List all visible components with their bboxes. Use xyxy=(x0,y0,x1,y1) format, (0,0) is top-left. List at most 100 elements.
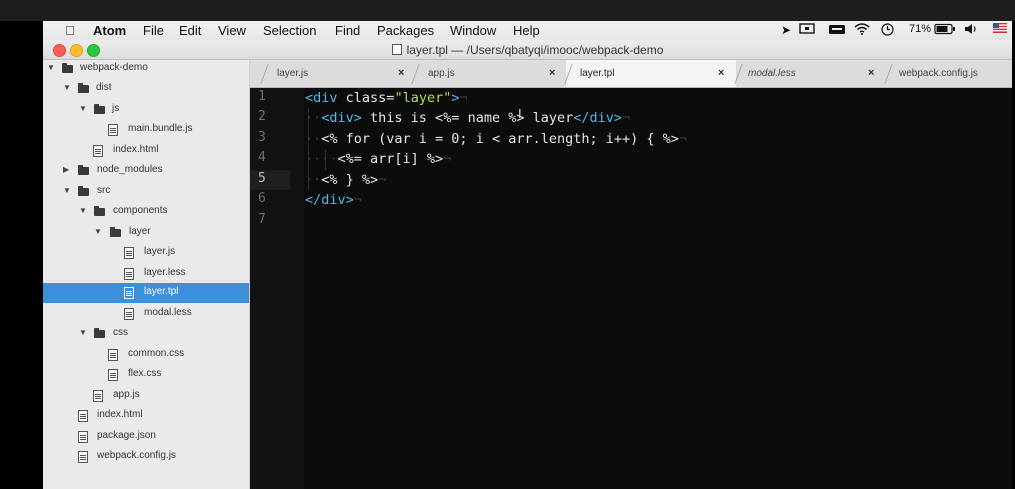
chevron-down-icon[interactable]: ▼ xyxy=(63,186,71,195)
file-text-icon xyxy=(108,124,118,136)
tree-item-label: node_modules xyxy=(97,164,163,175)
folder-icon xyxy=(94,206,105,216)
tree-item-label: modal.less xyxy=(144,307,192,318)
tab-separator xyxy=(260,64,269,84)
menu-edit[interactable]: Edit xyxy=(179,23,201,38)
tree-item-layer-js[interactable]: layer.js xyxy=(43,243,249,263)
tab-modal-less[interactable]: modal.less × xyxy=(734,60,886,87)
tree-item-label: src xyxy=(97,185,111,196)
wifi-icon[interactable] xyxy=(854,23,870,38)
tree-item-label: flex.css xyxy=(128,368,162,379)
file-text-icon xyxy=(78,431,88,443)
tree-item-layer-tpl[interactable]: layer.tpl xyxy=(43,283,249,303)
screen-top-strip xyxy=(0,0,1015,21)
folder-icon xyxy=(78,165,89,175)
tree-item-label: main.bundle.js xyxy=(128,123,193,134)
file-text-icon xyxy=(93,390,103,402)
menu-packages[interactable]: Packages xyxy=(377,23,434,38)
tab-app-js[interactable]: app.js × xyxy=(411,60,566,87)
tab-layer-tpl[interactable]: layer.tpl × xyxy=(564,60,736,87)
tab-webpack-config-js[interactable]: webpack.config.js xyxy=(884,60,1012,87)
chevron-right-icon[interactable]: ▶ xyxy=(63,165,69,174)
tree-item-common-css[interactable]: common.css xyxy=(43,345,249,365)
tree-item-webpack-config-js[interactable]: webpack.config.js xyxy=(43,447,249,467)
apple-icon[interactable]:  xyxy=(65,23,75,38)
tree-item-webpack-demo[interactable]: ▼ webpack-demo xyxy=(43,59,249,79)
code-area[interactable]: <div class="layer">¬ ··<div> this is <%=… xyxy=(305,88,1005,489)
tab-bar: layer.js × app.js × layer.tpl × modal.le… xyxy=(250,60,1012,88)
code-line-6: </div>¬ xyxy=(305,192,362,208)
menu-selection[interactable]: Selection xyxy=(263,23,316,38)
tree-item-dist[interactable]: ▼ dist xyxy=(43,79,249,99)
line-number: 2 xyxy=(258,109,266,124)
code-editor[interactable]: 1 2 3 4 5 6 7 <div class="layer">¬ ··<di… xyxy=(250,88,1012,489)
code-line-4: ····<%= arr[i] %>¬ xyxy=(305,151,452,167)
menu-find[interactable]: Find xyxy=(335,23,360,38)
code-line-5: ··<% } %>¬ xyxy=(305,172,387,188)
tree-item-layer-folder[interactable]: ▼ layer xyxy=(43,223,249,243)
tree-item-modal-less[interactable]: modal.less xyxy=(43,304,249,324)
tree-item-dist-index-html[interactable]: index.html xyxy=(43,141,249,161)
time-machine-icon[interactable] xyxy=(881,23,894,39)
window-title-text: layer.tpl — /Users/qbatyqi/imooc/webpack… xyxy=(406,43,664,57)
tree-item-label: layer.less xyxy=(144,267,186,278)
folder-icon xyxy=(78,186,89,196)
menu-help[interactable]: Help xyxy=(513,23,540,38)
line-number: 3 xyxy=(258,130,266,145)
folder-icon xyxy=(78,83,89,93)
battery-icon[interactable] xyxy=(934,23,956,38)
location-arrow-icon[interactable]: ➤ xyxy=(781,23,791,37)
keyboard-icon[interactable] xyxy=(829,23,845,38)
window-title-bar: layer.tpl — /Users/qbatyqi/imooc/webpack… xyxy=(43,40,1012,60)
tab-label: app.js xyxy=(428,68,455,79)
tree-item-label: components xyxy=(113,205,168,216)
current-line-highlight xyxy=(250,170,290,190)
menu-app-atom[interactable]: Atom xyxy=(93,23,126,38)
tree-item-package-json[interactable]: package.json xyxy=(43,427,249,447)
chevron-down-icon[interactable]: ▼ xyxy=(47,63,55,72)
tree-item-components[interactable]: ▼ components xyxy=(43,202,249,222)
screen-mirror-icon[interactable] xyxy=(799,23,815,38)
tab-label: layer.js xyxy=(277,68,309,79)
code-line-3: ··<% for (var i = 0; i < arr.length; i++… xyxy=(305,131,688,147)
file-text-icon xyxy=(124,247,134,259)
menu-bar:  Atom File Edit View Selection Find Pac… xyxy=(43,21,1012,41)
tree-item-label: layer xyxy=(129,226,151,237)
close-icon[interactable]: × xyxy=(398,67,404,79)
us-flag-icon[interactable] xyxy=(993,23,1007,36)
chevron-down-icon[interactable]: ▼ xyxy=(94,227,102,236)
tree-item-js[interactable]: ▼ js xyxy=(43,100,249,120)
file-text-icon xyxy=(124,308,134,320)
tree-item-main-bundle-js[interactable]: main.bundle.js xyxy=(43,120,249,140)
tree-item-label: webpack-demo xyxy=(80,62,148,73)
menu-view[interactable]: View xyxy=(218,23,246,38)
code-line-2: ··<div> this is <%= name %> layer</div>¬ xyxy=(305,110,631,126)
battery-percentage[interactable]: 71% xyxy=(909,23,931,35)
tree-item-label: layer.js xyxy=(144,246,176,257)
tree-item-app-js[interactable]: app.js xyxy=(43,386,249,406)
tree-item-label: common.css xyxy=(128,348,185,359)
chevron-down-icon[interactable]: ▼ xyxy=(63,83,71,92)
tab-layer-js[interactable]: layer.js × xyxy=(250,60,413,87)
code-line-1: <div class="layer">¬ xyxy=(305,90,468,106)
tree-item-label: index.html xyxy=(113,144,159,155)
tree-item-src[interactable]: ▼ src xyxy=(43,182,249,202)
line-number: 4 xyxy=(258,150,266,165)
chevron-down-icon[interactable]: ▼ xyxy=(79,104,87,113)
close-icon[interactable]: × xyxy=(868,67,874,79)
tab-separator xyxy=(734,64,743,84)
tree-item-label: package.json xyxy=(97,430,156,441)
tree-item-layer-less[interactable]: layer.less xyxy=(43,264,249,284)
close-icon[interactable]: × xyxy=(549,67,555,79)
tree-item-index-html[interactable]: index.html xyxy=(43,406,249,426)
tree-item-node-modules[interactable]: ▶ node_modules xyxy=(43,161,249,181)
close-icon[interactable]: × xyxy=(718,67,724,79)
volume-icon[interactable] xyxy=(964,23,978,38)
menu-window[interactable]: Window xyxy=(450,23,496,38)
menu-file[interactable]: File xyxy=(143,23,164,38)
chevron-down-icon[interactable]: ▼ xyxy=(79,206,87,215)
chevron-down-icon[interactable]: ▼ xyxy=(79,328,87,337)
tab-label: webpack.config.js xyxy=(899,68,978,79)
tree-item-css[interactable]: ▼ css xyxy=(43,324,249,344)
tree-item-flex-css[interactable]: flex.css xyxy=(43,365,249,385)
